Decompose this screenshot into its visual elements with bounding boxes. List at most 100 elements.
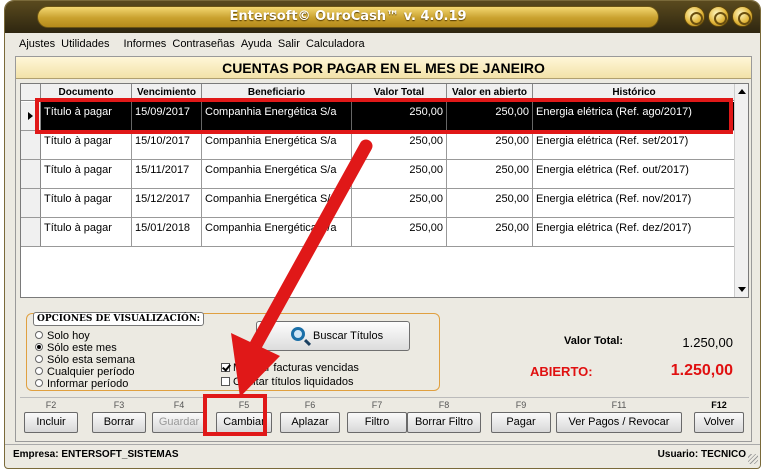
fkey-f8: F8 Borrar Filtro: [406, 398, 482, 440]
row-indicator: [21, 131, 41, 159]
pagar-button[interactable]: Pagar: [491, 412, 551, 433]
checkbox-label: Mostrar facturas vencidas: [233, 362, 359, 374]
radio-cualquier-periodo[interactable]: Cualquier período: [35, 366, 134, 378]
table-row[interactable]: Título à pagar 15/12/2017 Companhia Ener…: [21, 189, 736, 218]
cell-vencimiento: 15/11/2017: [132, 160, 202, 188]
cell-beneficiario: Companhia Energética S/a: [202, 189, 352, 217]
cambiar-button[interactable]: Cambiar: [216, 412, 272, 433]
fkey-label: F7: [371, 400, 383, 410]
cell-documento: Título à pagar: [41, 189, 132, 217]
cell-beneficiario: Companhia Energética S/a: [202, 131, 352, 159]
app-window: Entersoft© OuroCash™ v. 4.0.19 Ajustes U…: [4, 0, 761, 469]
fkey-f6: F6 Aplazar: [278, 398, 342, 440]
fkey-label: F12: [711, 400, 727, 410]
column-header-documento[interactable]: Documento: [41, 84, 132, 101]
fkey-label: F3: [113, 400, 125, 410]
cell-vencimiento: 15/09/2017: [132, 102, 202, 130]
table-row[interactable]: Título à pagar 15/11/2017 Companhia Ener…: [21, 160, 736, 189]
column-header-vencimiento[interactable]: Vencimiento: [132, 84, 202, 101]
fkey-label: F4: [173, 400, 185, 410]
table-row[interactable]: Título à pagar 15/09/2017 Companhia Ener…: [21, 102, 736, 131]
ver-pagos-revocar-button[interactable]: Ver Pagos / Revocar: [556, 412, 682, 433]
cell-historico: Energia elétrica (Ref. dez/2017): [533, 218, 736, 246]
column-header-valor-abierto[interactable]: Valor en abierto: [447, 84, 533, 101]
radio-label: Informar período: [47, 378, 129, 390]
table-header: Documento Vencimiento Beneficiario Valor…: [21, 84, 748, 101]
cell-vencimiento: 15/10/2017: [132, 131, 202, 159]
status-usuario: Usuario: TECNICO: [657, 449, 746, 460]
volver-button[interactable]: Volver: [694, 412, 744, 433]
fkey-label: F2: [45, 400, 57, 410]
search-titles-button[interactable]: Buscar Títulos: [256, 321, 410, 351]
scroll-up-icon[interactable]: [738, 89, 746, 94]
column-header-valor-total[interactable]: Valor Total: [352, 84, 447, 101]
fkey-f4: F4 Guardar: [150, 398, 208, 440]
menu-utilidades[interactable]: Utilidades: [61, 35, 109, 53]
scroll-down-icon[interactable]: [738, 287, 746, 292]
borrar-button[interactable]: Borrar: [92, 412, 146, 433]
cell-historico: Energia elétrica (Ref. nov/2017): [533, 189, 736, 217]
accounts-table[interactable]: Documento Vencimiento Beneficiario Valor…: [20, 83, 749, 298]
fkey-label: F9: [515, 400, 527, 410]
cell-historico: Energia elétrica (Ref. out/2017): [533, 160, 736, 188]
filtro-button[interactable]: Filtro: [347, 412, 407, 433]
menu-salir[interactable]: Salir: [278, 35, 300, 53]
close-icon[interactable]: [732, 6, 753, 27]
cell-valor-total: 250,00: [352, 131, 447, 159]
function-key-bar: F2 Incluir F3 Borrar F4 Guardar F5 Cambiar F…: [20, 397, 749, 439]
menu-contrasenas[interactable]: Contraseñas: [172, 35, 234, 53]
cell-valor-abierto: 250,00: [447, 102, 533, 130]
row-indicator: [21, 189, 41, 217]
maximize-icon[interactable]: [708, 6, 729, 27]
radio-label: Sólo esta semana: [47, 354, 136, 366]
menu-calculadora[interactable]: Calculadora: [306, 35, 365, 53]
current-row-arrow-icon: [28, 112, 33, 120]
checkbox-label: Ocultar títulos liquidados: [233, 376, 354, 388]
cell-valor-abierto: 250,00: [447, 218, 533, 246]
radio-label: Solo hoy: [47, 330, 90, 342]
incluir-button[interactable]: Incluir: [24, 412, 78, 433]
open-value: 1.250,00: [670, 362, 733, 379]
menu-informes[interactable]: Informes: [124, 35, 167, 53]
main-panel: CUENTAS POR PAGAR EN EL MES DE JANEIRO D…: [15, 56, 752, 442]
radio-icon: [35, 379, 43, 387]
resize-grip-icon[interactable]: [748, 454, 758, 464]
table-scrollbar[interactable]: [734, 84, 748, 297]
table-row[interactable]: Título à pagar 15/01/2018 Companhia Ener…: [21, 218, 736, 247]
radio-label: Sólo este mes: [47, 342, 117, 354]
radio-icon: [35, 331, 43, 339]
fkey-f7: F7 Filtro: [345, 398, 409, 440]
radio-selected-icon: [35, 343, 43, 351]
radio-solo-esta-semana[interactable]: Sólo esta semana: [35, 354, 135, 366]
guardar-button[interactable]: Guardar: [152, 412, 206, 433]
fkey-f3: F3 Borrar: [90, 398, 148, 440]
borrar-filtro-button[interactable]: Borrar Filtro: [407, 412, 481, 433]
radio-informar-periodo[interactable]: Informar período: [35, 378, 128, 390]
open-label: ABIERTO:: [530, 364, 593, 379]
cell-valor-total: 250,00: [352, 102, 447, 130]
total-value: 1.250,00: [682, 335, 733, 350]
show-overdue-checkbox[interactable]: Mostrar facturas vencidas: [221, 362, 359, 374]
column-header-historico[interactable]: Histórico: [533, 84, 736, 101]
radio-solo-hoy[interactable]: Solo hoy: [35, 330, 90, 342]
indicator-header: [21, 84, 41, 101]
cell-beneficiario: Companhia Energética S/a: [202, 102, 352, 130]
radio-solo-este-mes[interactable]: Sólo este mes: [35, 342, 117, 354]
checkbox-checked-icon: [221, 363, 230, 372]
cell-valor-abierto: 250,00: [447, 160, 533, 188]
hide-paid-checkbox[interactable]: Ocultar títulos liquidados: [221, 376, 353, 388]
cell-documento: Título à pagar: [41, 218, 132, 246]
table-row[interactable]: Título à pagar 15/10/2017 Companhia Ener…: [21, 131, 736, 160]
column-header-beneficiario[interactable]: Beneficiario: [202, 84, 352, 101]
cell-vencimiento: 15/01/2018: [132, 218, 202, 246]
menu-ayuda[interactable]: Ayuda: [241, 35, 272, 53]
cell-historico: Energia elétrica (Ref. set/2017): [533, 131, 736, 159]
radio-icon: [35, 355, 43, 363]
view-options-title: OPCIONES DE VISUALIZACIÓN:: [33, 312, 205, 326]
minimize-icon[interactable]: [684, 6, 705, 27]
row-indicator: [21, 218, 41, 246]
cell-valor-total: 250,00: [352, 218, 447, 246]
page-title: CUENTAS POR PAGAR EN EL MES DE JANEIRO: [16, 57, 751, 79]
menu-ajustes[interactable]: Ajustes: [19, 35, 55, 53]
aplazar-button[interactable]: Aplazar: [280, 412, 340, 433]
